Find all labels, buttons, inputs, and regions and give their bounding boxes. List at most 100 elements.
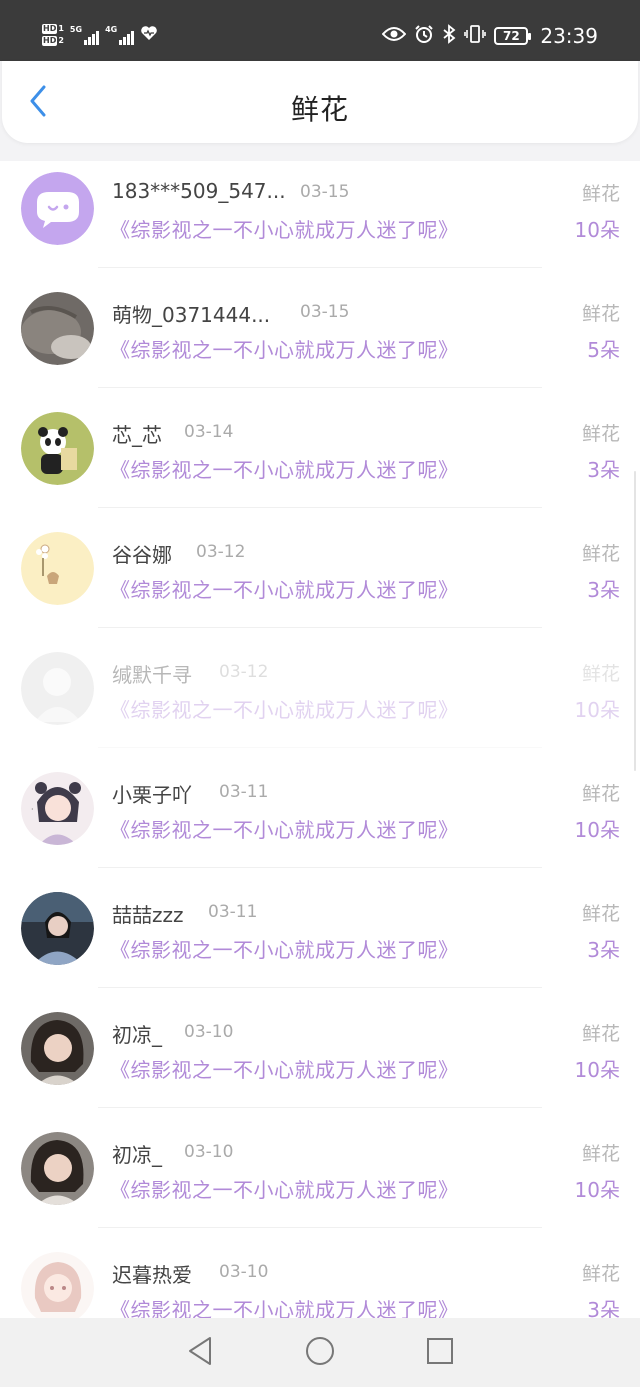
net1-label: 5G xyxy=(69,25,83,34)
gift-date: 03-12 xyxy=(219,662,269,682)
nav-home-button[interactable] xyxy=(298,1331,342,1375)
divider xyxy=(98,1107,542,1108)
avatar[interactable] xyxy=(21,1252,94,1318)
page-title: 鲜花 xyxy=(290,93,349,126)
circle-home-icon xyxy=(305,1336,335,1370)
gift-type: 鲜花 xyxy=(581,423,620,445)
heart-icon xyxy=(140,25,158,45)
list-item[interactable]: 谷谷娜 03-12 《综影视之一不小心就成万人迷了呢》 鲜花 3朵 xyxy=(0,521,640,641)
sender-name: 初凉_ xyxy=(112,1023,162,1047)
list-item[interactable]: 芯_芯 03-14 《综影视之一不小心就成万人迷了呢》 鲜花 3朵 xyxy=(0,401,640,521)
hd1-sub: 1 xyxy=(58,24,64,33)
gift-count: 3朵 xyxy=(587,458,620,482)
book-title-link[interactable]: 《综影视之一不小心就成万人迷了呢》 xyxy=(110,694,459,723)
sender-name: 小栗子吖 xyxy=(112,783,192,807)
gift-date: 03-10 xyxy=(184,1022,234,1042)
signal-bar xyxy=(131,31,135,45)
sender-name: 183***509_547... xyxy=(112,179,286,203)
status-right: 72 23:39 xyxy=(382,22,598,50)
signal-bar xyxy=(96,31,100,45)
status-bar: HD 1 HD 2 5G 4G 72 23:39 xyxy=(0,0,640,61)
list-item[interactable]: 缄默千寻 03-12 《综影视之一不小心就成万人迷了呢》 鲜花 10朵 xyxy=(0,641,640,761)
gift-count: 10朵 xyxy=(574,1178,620,1202)
list-item[interactable]: 初凉_ 03-10 《综影视之一不小心就成万人迷了呢》 鲜花 10朵 xyxy=(0,1001,640,1121)
hd2-indicator: HD 2 xyxy=(42,36,64,46)
eye-icon xyxy=(382,26,407,47)
avatar[interactable] xyxy=(21,412,94,485)
divider xyxy=(98,747,542,748)
list-item[interactable]: 183***509_547... 03-15 《综影视之一不小心就成万人迷了呢》… xyxy=(0,161,640,281)
gift-type: 鲜花 xyxy=(581,543,620,565)
net2-label: 4G xyxy=(105,25,118,34)
avatar[interactable] xyxy=(21,1012,94,1085)
avatar[interactable] xyxy=(21,292,94,365)
book-title-link[interactable]: 《综影视之一不小心就成万人迷了呢》 xyxy=(110,334,459,363)
hd-indicators: HD 1 HD 2 xyxy=(42,24,64,46)
scrollbar[interactable] xyxy=(634,471,636,771)
hd1-indicator: HD 1 xyxy=(42,24,64,34)
system-nav-bar xyxy=(0,1318,640,1387)
gift-count: 10朵 xyxy=(574,1058,620,1082)
book-title-link[interactable]: 《综影视之一不小心就成万人迷了呢》 xyxy=(110,1054,459,1083)
book-title-link[interactable]: 《综影视之一不小心就成万人迷了呢》 xyxy=(110,1294,459,1318)
nav-back-button[interactable] xyxy=(178,1331,222,1375)
gift-date: 03-14 xyxy=(184,422,234,442)
signal-bar xyxy=(127,34,131,45)
gift-date: 03-12 xyxy=(196,542,246,562)
gift-count: 5朵 xyxy=(587,338,620,362)
sender-name: 芯_芯 xyxy=(112,423,162,447)
avatar[interactable]: · xyxy=(21,772,94,845)
avatar[interactable] xyxy=(21,532,94,605)
list-item[interactable]: 萌物_0371444... 03-15 《综影视之一不小心就成万人迷了呢》 鲜花… xyxy=(0,281,640,401)
gift-date: 03-15 xyxy=(300,302,350,322)
gift-type: 鲜花 xyxy=(581,663,620,685)
header: 鲜花 xyxy=(2,61,638,143)
book-title-link[interactable]: 《综影视之一不小心就成万人迷了呢》 xyxy=(110,1174,459,1203)
gift-type: 鲜花 xyxy=(581,183,620,205)
divider xyxy=(98,987,542,988)
list-item[interactable]: 喆喆zzz 03-11 《综影视之一不小心就成万人迷了呢》 鲜花 3朵 xyxy=(0,881,640,1001)
divider xyxy=(98,627,542,628)
hd2-sub: 2 xyxy=(58,36,64,45)
book-title-link[interactable]: 《综影视之一不小心就成万人迷了呢》 xyxy=(110,934,459,963)
list-item[interactable]: · 小栗子吖 03-11 《综影视之一不小心就成万人迷了呢》 鲜花 10朵 xyxy=(0,761,640,881)
signal-bar xyxy=(92,34,96,45)
divider xyxy=(98,867,542,868)
battery-level: 72 xyxy=(503,29,520,43)
gift-count: 10朵 xyxy=(574,218,620,242)
gift-type: 鲜花 xyxy=(581,1143,620,1165)
gift-type: 鲜花 xyxy=(581,303,620,325)
book-title-link[interactable]: 《综影视之一不小心就成万人迷了呢》 xyxy=(110,814,459,843)
gift-date: 03-11 xyxy=(208,902,258,922)
gift-count: 10朵 xyxy=(574,818,620,842)
nav-recent-button[interactable] xyxy=(418,1331,462,1375)
gift-type: 鲜花 xyxy=(581,783,620,805)
gift-count: 3朵 xyxy=(587,1298,620,1318)
book-title-link[interactable]: 《综影视之一不小心就成万人迷了呢》 xyxy=(110,574,459,603)
signal-5g: 5G xyxy=(69,25,100,45)
divider xyxy=(98,507,542,508)
list-item[interactable]: 初凉_ 03-10 《综影视之一不小心就成万人迷了呢》 鲜花 10朵 xyxy=(0,1121,640,1241)
divider xyxy=(98,387,542,388)
gift-date: 03-15 xyxy=(300,182,350,202)
sender-name: 喆喆zzz xyxy=(112,903,184,927)
square-recent-icon xyxy=(426,1337,454,1369)
list-item[interactable]: 迟暮热爱 03-10 《综影视之一不小心就成万人迷了呢》 鲜花 3朵 xyxy=(0,1241,640,1318)
book-title-link[interactable]: 《综影视之一不小心就成万人迷了呢》 xyxy=(110,214,459,243)
book-title-link[interactable]: 《综影视之一不小心就成万人迷了呢》 xyxy=(110,454,459,483)
gift-list[interactable]: 183***509_547... 03-15 《综影视之一不小心就成万人迷了呢》… xyxy=(0,161,640,1318)
alarm-icon xyxy=(414,24,434,49)
clock: 23:39 xyxy=(540,24,598,48)
gift-date: 03-10 xyxy=(219,1262,269,1282)
hd1-label: HD xyxy=(42,24,58,34)
avatar[interactable] xyxy=(21,652,94,725)
avatar[interactable] xyxy=(21,1132,94,1205)
vibrate-icon xyxy=(464,24,487,49)
signal-bar xyxy=(84,40,88,45)
avatar[interactable] xyxy=(21,892,94,965)
signal-bar xyxy=(119,40,123,45)
gift-type: 鲜花 xyxy=(581,1023,620,1045)
avatar[interactable] xyxy=(21,172,94,245)
gift-type: 鲜花 xyxy=(581,903,620,925)
sender-name: 萌物_0371444... xyxy=(112,303,271,327)
